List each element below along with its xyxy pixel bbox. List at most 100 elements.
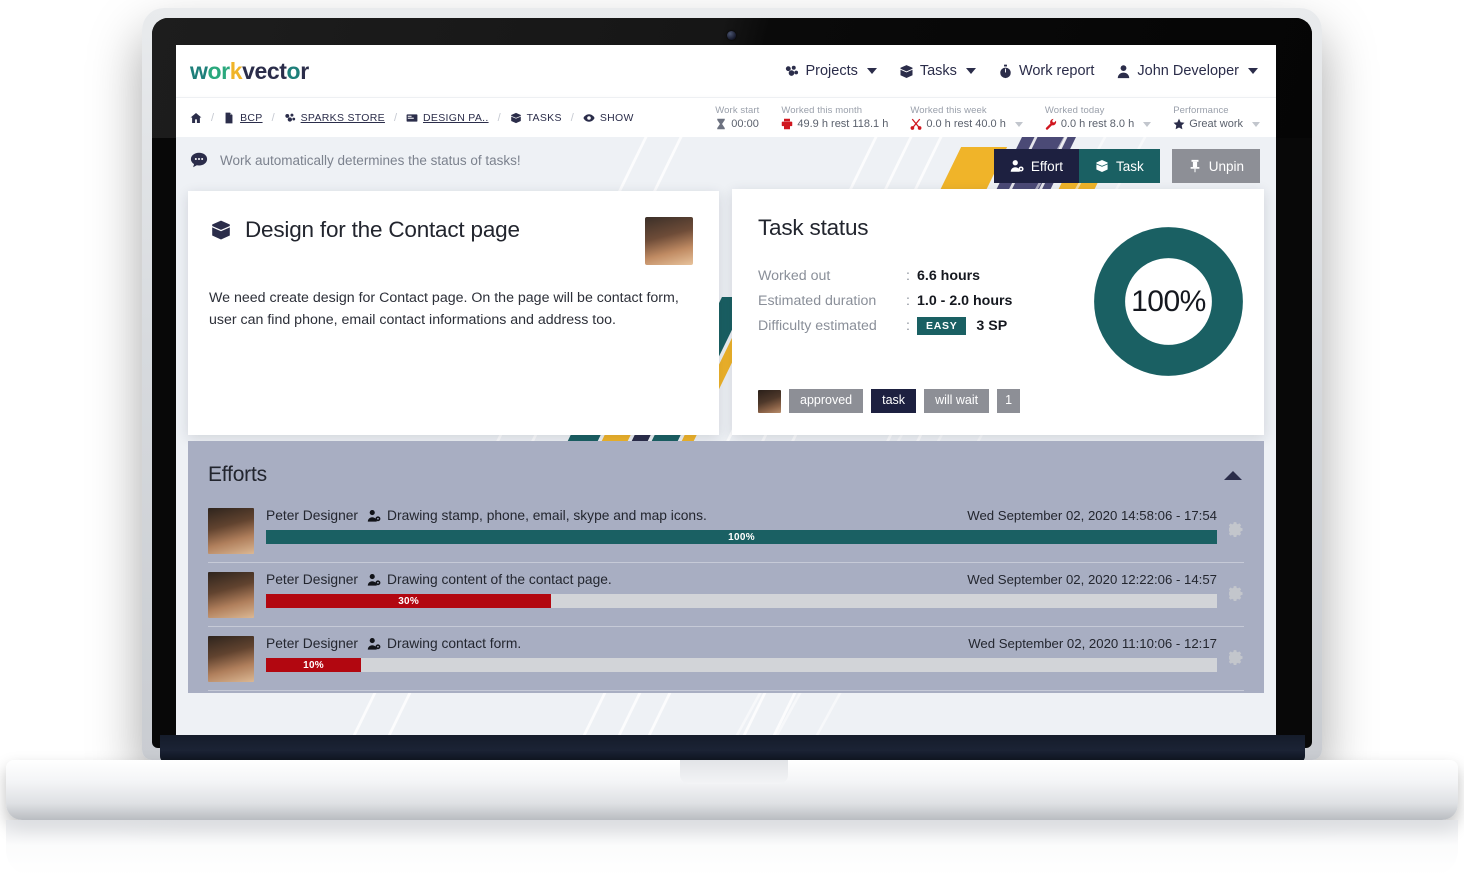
progress-donut: 100% <box>1091 224 1246 379</box>
breadcrumb-item-sparks-store[interactable]: SPARKS STORE <box>284 112 385 124</box>
avatar <box>758 389 781 413</box>
breadcrumb-label-show: SHOW <box>599 111 634 124</box>
task-button-label: Task <box>1115 158 1144 174</box>
breadcrumb-item-show[interactable]: SHOW <box>583 112 634 124</box>
stat-value-row[interactable]: 0.0 h rest 40.0 h <box>910 118 1023 130</box>
star-icon <box>1173 118 1185 130</box>
laptop-base-notch <box>680 760 788 784</box>
status-row-colon: : <box>906 292 910 309</box>
breadcrumb-separator: / <box>271 111 275 124</box>
action-buttons: Effort Task Unpin <box>993 149 1260 183</box>
top-navigation: Projects Tasks Work report John Develope… <box>784 63 1260 79</box>
app-logo[interactable]: workvector <box>190 58 309 85</box>
screen-content: workvector Projects Tasks Work report Jo… <box>176 45 1276 737</box>
status-row-colon: : <box>906 267 910 284</box>
chevron-down-icon[interactable] <box>1014 121 1023 127</box>
board-icon <box>406 113 418 122</box>
printer-icon <box>782 118 793 130</box>
avatar <box>208 636 254 682</box>
breadcrumb-separator: / <box>497 111 501 124</box>
nav-label-tasks: Tasks <box>919 63 957 79</box>
cube-icon <box>1096 160 1108 173</box>
stat-value-row[interactable]: 0.0 h rest 8.0 h <box>1045 118 1152 130</box>
chevron-down-icon <box>1248 68 1258 74</box>
effort-line: Peter Designer Drawing contact form. Wed… <box>266 636 1217 651</box>
effort-progress-label: 10% <box>303 659 324 671</box>
stat-value: 00:00 <box>731 118 759 130</box>
stat-value-row: 49.9 h rest 118.1 h <box>781 118 888 130</box>
status-row-label: Estimated duration <box>758 292 877 309</box>
tag-task[interactable]: task <box>871 389 917 413</box>
chevron-down-icon <box>866 68 877 74</box>
effort-progress-track: 30% <box>266 594 1217 608</box>
nav-label-work-report: Work report <box>1018 63 1095 79</box>
status-row-label: Worked out <box>758 267 831 284</box>
stat-value-row[interactable]: Great work <box>1173 118 1260 130</box>
main-content: Work automatically determines the status… <box>176 137 1276 737</box>
person-gear-icon <box>367 637 381 650</box>
effort-task-text: Drawing contact form. <box>387 636 522 651</box>
breadcrumb-separator: / <box>393 111 398 124</box>
effort-row[interactable]: Peter Designer Drawing contact form. Wed… <box>208 627 1244 691</box>
task-title-wrap: Design for the Contact page <box>210 217 520 243</box>
breadcrumb-item-home[interactable] <box>190 112 202 124</box>
nav-item-user-menu[interactable]: John Developer <box>1116 63 1258 79</box>
task-button[interactable]: Task <box>1078 149 1160 183</box>
pin-icon <box>1190 159 1200 173</box>
effort-task: Drawing content of the contact page. <box>367 572 612 587</box>
effort-row[interactable]: Peter Designer Drawing stamp, phone, ema… <box>208 499 1244 563</box>
unpin-button-label: Unpin <box>1208 158 1244 174</box>
effort-person: Peter Designer <box>266 572 359 587</box>
chevron-down-icon[interactable] <box>1252 121 1260 127</box>
stat-label: Worked this month <box>781 105 863 116</box>
progress-percent-label: 100% <box>1131 284 1206 318</box>
laptop-reflection <box>6 820 1458 876</box>
logo-part-4: o <box>286 57 301 84</box>
effort-button[interactable]: Effort <box>993 149 1079 183</box>
efforts-panel: Efforts Peter Designer Drawing stamp, ph… <box>188 441 1264 693</box>
effort-date: Wed September 02, 2020 11:10:06 - 12:17 <box>968 636 1217 651</box>
breadcrumb: / BCP / SPARKS STORE / DESIGN PA.. / TAS… <box>190 112 634 124</box>
nav-item-projects[interactable]: Projects <box>784 63 877 79</box>
effort-progress-fill: 100% <box>266 530 1217 544</box>
nav-item-work-report[interactable]: Work report <box>998 63 1094 79</box>
difficulty-badge: EASY <box>917 316 967 335</box>
logo-part-5: r <box>300 57 309 84</box>
efforts-list: Peter Designer Drawing stamp, phone, ema… <box>188 487 1264 691</box>
effort-main: Peter Designer Drawing stamp, phone, ema… <box>266 508 1217 544</box>
task-description: We need create design for Contact page. … <box>209 290 679 328</box>
unpin-button[interactable]: Unpin <box>1171 149 1260 183</box>
stat-worked-today: Worked today 0.0 h rest 8.0 h <box>1045 105 1173 130</box>
tag-approved[interactable]: approved <box>789 389 864 413</box>
effort-progress-track: 10% <box>266 658 1217 672</box>
stat-worked-this-week: Worked this week 0.0 h rest 40.0 h <box>910 105 1045 130</box>
status-row-value: 1.0 - 2.0 hours <box>917 292 1013 309</box>
breadcrumb-item-design-page[interactable]: DESIGN PA.. <box>406 112 489 124</box>
gear-icon[interactable] <box>1229 586 1244 601</box>
status-row-label: Difficulty estimated <box>758 317 877 334</box>
gear-icon[interactable] <box>1229 522 1244 537</box>
gear-icon[interactable] <box>1229 650 1244 665</box>
breadcrumb-item-bcp[interactable]: BCP <box>223 112 263 124</box>
task-card-header: Design for the Contact page <box>188 191 719 265</box>
task-title: Design for the Contact page <box>245 217 520 242</box>
stat-value: Great work <box>1189 118 1243 130</box>
nav-label-username: John Developer <box>1137 63 1239 79</box>
efforts-header: Efforts <box>188 441 1264 487</box>
wrench-icon <box>1045 118 1056 130</box>
caret-up-icon[interactable] <box>1224 470 1242 480</box>
stat-worked-this-month: Worked this month 49.9 h rest 118.1 h <box>781 105 910 130</box>
webcam-icon <box>727 31 736 40</box>
effort-progress-fill: 30% <box>266 594 552 608</box>
stat-work-start: Work start 00:00 <box>715 105 781 130</box>
hourglass-icon <box>717 118 726 130</box>
breadcrumb-item-tasks[interactable]: TASKS <box>510 112 562 124</box>
tag-count[interactable]: 1 <box>997 389 1021 413</box>
nav-item-tasks[interactable]: Tasks <box>899 63 976 79</box>
tag-will-wait[interactable]: will wait <box>924 389 990 413</box>
logo-part-1: or <box>207 57 231 84</box>
effort-task-text: Drawing content of the contact page. <box>387 572 612 587</box>
effort-row[interactable]: Peter Designer Drawing content of the co… <box>208 563 1244 627</box>
chevron-down-icon[interactable] <box>1143 121 1152 127</box>
effort-person: Peter Designer <box>266 636 359 651</box>
